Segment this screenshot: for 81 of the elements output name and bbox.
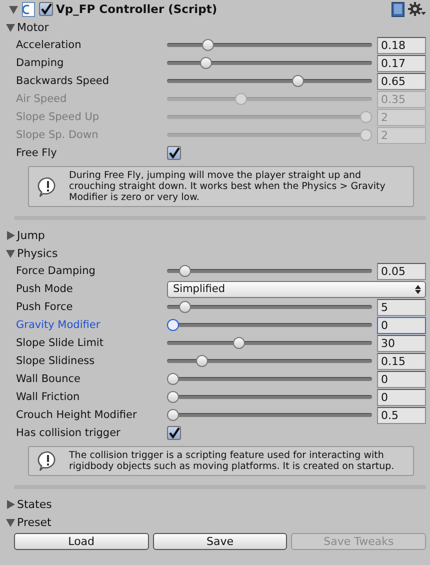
dropdown[interactable]: Simplified [167, 280, 426, 298]
checkmark-icon [40, 3, 52, 15]
help-message: The collision trigger is a scripting feature used for interacting with rigidbody objects such as moving platforms. It is created on startup. [69, 450, 396, 472]
slider-track[interactable] [167, 355, 372, 367]
checkbox[interactable] [167, 426, 181, 440]
field-label: Air Speed [16, 93, 68, 105]
slider-thumb[interactable] [167, 391, 179, 403]
section-foldout[interactable]: Physics [17, 246, 58, 260]
preset-button: Save Tweaks [291, 533, 426, 550]
number-field[interactable]: 0.5 [377, 406, 426, 424]
section-foldout[interactable]: Preset [17, 516, 52, 528]
slider-track[interactable] [167, 319, 372, 331]
collapse-arrow-icon[interactable] [5, 248, 16, 258]
field-label: Slope Sp. Down [16, 129, 100, 141]
field-label: Wall Bounce [16, 373, 82, 385]
slider-track[interactable] [167, 373, 372, 385]
number-field: 0.35 [377, 90, 426, 108]
checkbox[interactable] [39, 2, 53, 16]
collapse-arrow-icon[interactable] [5, 22, 16, 32]
number-field[interactable]: 0.18 [377, 36, 426, 54]
field-label: Force Damping [16, 265, 96, 277]
number-field[interactable]: 5 [377, 298, 426, 316]
slider-thumb[interactable] [167, 409, 179, 421]
collapse-arrow-icon[interactable] [8, 4, 19, 14]
field-label: Slope Slidiness [16, 355, 96, 367]
field-label: Acceleration [16, 39, 82, 51]
slider-thumb[interactable] [178, 301, 191, 313]
expand-arrow-icon[interactable] [5, 230, 16, 240]
number-field[interactable]: 0 [377, 388, 426, 406]
checkbox[interactable] [167, 146, 181, 160]
field-label: Push Force [16, 301, 74, 313]
collapse-arrow-icon[interactable] [5, 516, 16, 528]
number-field: 2 [377, 126, 426, 144]
field-label: Slope Slide Limit [16, 337, 104, 349]
checkmark-icon [168, 427, 180, 439]
field-label: Push Mode [16, 283, 74, 295]
field-label: Backwards Speed [16, 75, 110, 87]
help-book-icon[interactable] [391, 2, 405, 16]
help-message: During Free Fly, jumping will move the player straight up and crouching straight down. It works best when the Physics > Gravity Modifier is zero or very low. [69, 170, 386, 203]
slider-track[interactable] [167, 39, 372, 51]
number-field[interactable]: 0 [377, 370, 426, 388]
component-title: Vp_FP Controller (Script) [56, 2, 218, 16]
slider-track[interactable] [167, 57, 372, 69]
slider-thumb[interactable] [167, 373, 179, 385]
section-foldout[interactable]: States [17, 498, 52, 510]
section-foldout[interactable]: Motor [17, 20, 49, 34]
expand-arrow-icon[interactable] [5, 498, 16, 510]
number-field[interactable]: 0.65 [377, 72, 426, 90]
slider-thumb[interactable] [196, 355, 208, 367]
slider-thumb[interactable] [167, 319, 179, 331]
slider-thumb[interactable] [202, 39, 214, 51]
slider-thumb[interactable] [292, 75, 304, 87]
slider-track[interactable] [167, 301, 372, 313]
updown-arrow-icon [415, 284, 421, 294]
number-field: 2 [377, 108, 426, 126]
field-label: Has collision trigger [16, 427, 122, 439]
number-field[interactable]: 0.05 [377, 262, 426, 280]
number-field[interactable]: 30 [377, 334, 426, 352]
field-label: Wall Friction [16, 391, 81, 403]
field-label: Gravity Modifier [16, 319, 102, 331]
number-field[interactable]: 0.17 [377, 54, 426, 72]
field-label: Crouch Height Modifier [16, 409, 138, 421]
slider-thumb[interactable] [232, 337, 245, 349]
script-icon [22, 2, 36, 16]
field-label: Free Fly [16, 147, 58, 159]
settings-icon[interactable] [408, 2, 426, 16]
slider-thumb[interactable] [178, 265, 191, 277]
slider-thumb[interactable] [200, 57, 212, 69]
slider-track[interactable] [167, 337, 372, 349]
preset-button[interactable]: Save [152, 533, 288, 550]
slider-track[interactable] [167, 409, 372, 421]
number-field[interactable]: 0.15 [377, 352, 426, 370]
checkmark-icon [168, 147, 180, 159]
field-label: Slope Speed Up [16, 111, 100, 123]
slider-track[interactable] [167, 75, 372, 87]
field-label: Damping [16, 57, 65, 69]
slider-track[interactable] [167, 265, 372, 277]
preset-button[interactable]: Load [14, 533, 149, 550]
section-foldout[interactable]: Jump [17, 228, 45, 242]
slider-track[interactable] [167, 391, 372, 403]
number-field[interactable]: 0 [377, 316, 426, 334]
